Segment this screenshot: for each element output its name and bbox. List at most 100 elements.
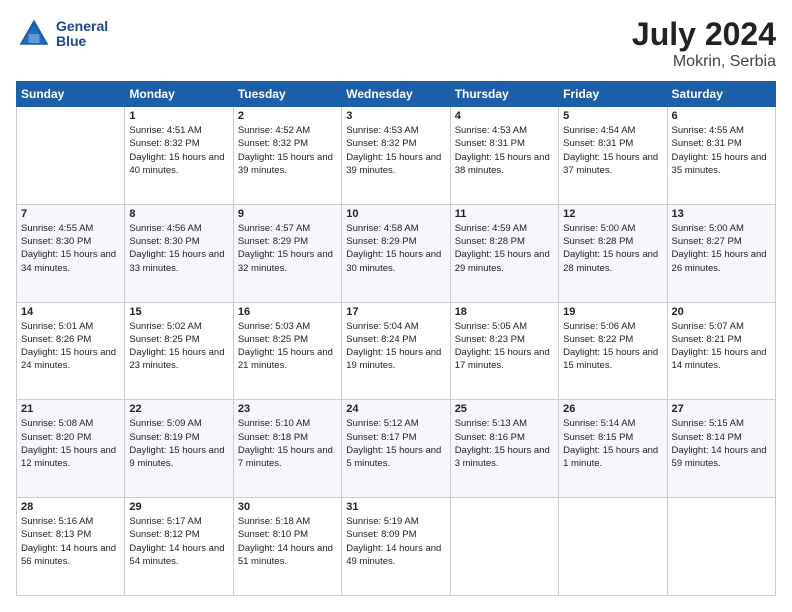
sunset-text: Sunset: 8:10 PM [238,528,337,541]
table-row: 1 Sunrise: 4:51 AM Sunset: 8:32 PM Dayli… [125,107,233,205]
cell-content: Sunrise: 4:55 AM Sunset: 8:30 PM Dayligh… [21,222,120,275]
sunset-text: Sunset: 8:13 PM [21,528,120,541]
daylight-text: Daylight: 15 hours and 39 minutes. [346,151,445,178]
sunrise-text: Sunrise: 4:53 AM [455,124,554,137]
daylight-text: Daylight: 15 hours and 12 minutes. [21,444,120,471]
day-number: 25 [455,403,554,415]
sunset-text: Sunset: 8:19 PM [129,431,228,444]
daylight-text: Daylight: 15 hours and 40 minutes. [129,151,228,178]
cell-content: Sunrise: 5:18 AM Sunset: 8:10 PM Dayligh… [238,515,337,568]
daylight-text: Daylight: 15 hours and 32 minutes. [238,248,337,275]
logo-line2: Blue [56,34,108,49]
col-saturday: Saturday [667,82,775,107]
table-row: 13 Sunrise: 5:00 AM Sunset: 8:27 PM Dayl… [667,204,775,302]
header: General Blue July 2024 Mokrin, Serbia [16,16,776,71]
table-row: 6 Sunrise: 4:55 AM Sunset: 8:31 PM Dayli… [667,107,775,205]
sunrise-text: Sunrise: 4:52 AM [238,124,337,137]
sunset-text: Sunset: 8:32 PM [238,137,337,150]
sunset-text: Sunset: 8:17 PM [346,431,445,444]
cell-content: Sunrise: 4:55 AM Sunset: 8:31 PM Dayligh… [672,124,771,177]
daylight-text: Daylight: 14 hours and 54 minutes. [129,542,228,569]
sunrise-text: Sunrise: 4:55 AM [21,222,120,235]
day-number: 22 [129,403,228,415]
daylight-text: Daylight: 15 hours and 21 minutes. [238,346,337,373]
col-friday: Friday [559,82,667,107]
daylight-text: Daylight: 15 hours and 5 minutes. [346,444,445,471]
daylight-text: Daylight: 15 hours and 19 minutes. [346,346,445,373]
sunrise-text: Sunrise: 5:00 AM [672,222,771,235]
sunrise-text: Sunrise: 5:00 AM [563,222,662,235]
table-row: 11 Sunrise: 4:59 AM Sunset: 8:28 PM Dayl… [450,204,558,302]
table-row: 29 Sunrise: 5:17 AM Sunset: 8:12 PM Dayl… [125,498,233,596]
table-row: 10 Sunrise: 4:58 AM Sunset: 8:29 PM Dayl… [342,204,450,302]
col-wednesday: Wednesday [342,82,450,107]
sunrise-text: Sunrise: 4:57 AM [238,222,337,235]
daylight-text: Daylight: 14 hours and 56 minutes. [21,542,120,569]
sunrise-text: Sunrise: 5:14 AM [563,417,662,430]
table-row: 2 Sunrise: 4:52 AM Sunset: 8:32 PM Dayli… [233,107,341,205]
table-row: 25 Sunrise: 5:13 AM Sunset: 8:16 PM Dayl… [450,400,558,498]
sunset-text: Sunset: 8:26 PM [21,333,120,346]
sunset-text: Sunset: 8:28 PM [563,235,662,248]
calendar-body: 1 Sunrise: 4:51 AM Sunset: 8:32 PM Dayli… [17,107,776,596]
table-row [17,107,125,205]
daylight-text: Daylight: 15 hours and 30 minutes. [346,248,445,275]
cell-content: Sunrise: 5:05 AM Sunset: 8:23 PM Dayligh… [455,320,554,373]
sunrise-text: Sunrise: 5:06 AM [563,320,662,333]
daylight-text: Daylight: 15 hours and 23 minutes. [129,346,228,373]
cell-content: Sunrise: 4:54 AM Sunset: 8:31 PM Dayligh… [563,124,662,177]
sunrise-text: Sunrise: 5:02 AM [129,320,228,333]
day-number: 18 [455,306,554,318]
sunset-text: Sunset: 8:16 PM [455,431,554,444]
cell-content: Sunrise: 5:01 AM Sunset: 8:26 PM Dayligh… [21,320,120,373]
sunrise-text: Sunrise: 5:13 AM [455,417,554,430]
calendar-week-row: 21 Sunrise: 5:08 AM Sunset: 8:20 PM Dayl… [17,400,776,498]
daylight-text: Daylight: 15 hours and 24 minutes. [21,346,120,373]
table-row: 20 Sunrise: 5:07 AM Sunset: 8:21 PM Dayl… [667,302,775,400]
sunrise-text: Sunrise: 5:09 AM [129,417,228,430]
cell-content: Sunrise: 5:00 AM Sunset: 8:28 PM Dayligh… [563,222,662,275]
day-number: 3 [346,110,445,122]
day-number: 29 [129,501,228,513]
table-row: 31 Sunrise: 5:19 AM Sunset: 8:09 PM Dayl… [342,498,450,596]
cell-content: Sunrise: 4:57 AM Sunset: 8:29 PM Dayligh… [238,222,337,275]
cell-content: Sunrise: 5:00 AM Sunset: 8:27 PM Dayligh… [672,222,771,275]
cell-content: Sunrise: 5:19 AM Sunset: 8:09 PM Dayligh… [346,515,445,568]
cell-content: Sunrise: 5:02 AM Sunset: 8:25 PM Dayligh… [129,320,228,373]
sunrise-text: Sunrise: 5:18 AM [238,515,337,528]
day-number: 13 [672,208,771,220]
table-row: 23 Sunrise: 5:10 AM Sunset: 8:18 PM Dayl… [233,400,341,498]
day-number: 2 [238,110,337,122]
sunset-text: Sunset: 8:29 PM [238,235,337,248]
daylight-text: Daylight: 15 hours and 1 minute. [563,444,662,471]
day-number: 17 [346,306,445,318]
cell-content: Sunrise: 5:17 AM Sunset: 8:12 PM Dayligh… [129,515,228,568]
sunset-text: Sunset: 8:12 PM [129,528,228,541]
page: General Blue July 2024 Mokrin, Serbia Su… [0,0,792,612]
sunrise-text: Sunrise: 5:03 AM [238,320,337,333]
sunset-text: Sunset: 8:31 PM [563,137,662,150]
logo: General Blue [16,16,108,52]
sunset-text: Sunset: 8:22 PM [563,333,662,346]
calendar-week-row: 14 Sunrise: 5:01 AM Sunset: 8:26 PM Dayl… [17,302,776,400]
calendar-header-row: Sunday Monday Tuesday Wednesday Thursday… [17,82,776,107]
calendar-week-row: 1 Sunrise: 4:51 AM Sunset: 8:32 PM Dayli… [17,107,776,205]
sunrise-text: Sunrise: 5:08 AM [21,417,120,430]
col-thursday: Thursday [450,82,558,107]
cell-content: Sunrise: 4:52 AM Sunset: 8:32 PM Dayligh… [238,124,337,177]
table-row: 27 Sunrise: 5:15 AM Sunset: 8:14 PM Dayl… [667,400,775,498]
sunset-text: Sunset: 8:25 PM [129,333,228,346]
sunrise-text: Sunrise: 5:10 AM [238,417,337,430]
table-row: 4 Sunrise: 4:53 AM Sunset: 8:31 PM Dayli… [450,107,558,205]
cell-content: Sunrise: 5:13 AM Sunset: 8:16 PM Dayligh… [455,417,554,470]
table-row [667,498,775,596]
table-row: 17 Sunrise: 5:04 AM Sunset: 8:24 PM Dayl… [342,302,450,400]
day-number: 8 [129,208,228,220]
day-number: 14 [21,306,120,318]
table-row: 8 Sunrise: 4:56 AM Sunset: 8:30 PM Dayli… [125,204,233,302]
sunset-text: Sunset: 8:28 PM [455,235,554,248]
cell-content: Sunrise: 4:51 AM Sunset: 8:32 PM Dayligh… [129,124,228,177]
table-row: 22 Sunrise: 5:09 AM Sunset: 8:19 PM Dayl… [125,400,233,498]
sunset-text: Sunset: 8:09 PM [346,528,445,541]
sunset-text: Sunset: 8:23 PM [455,333,554,346]
